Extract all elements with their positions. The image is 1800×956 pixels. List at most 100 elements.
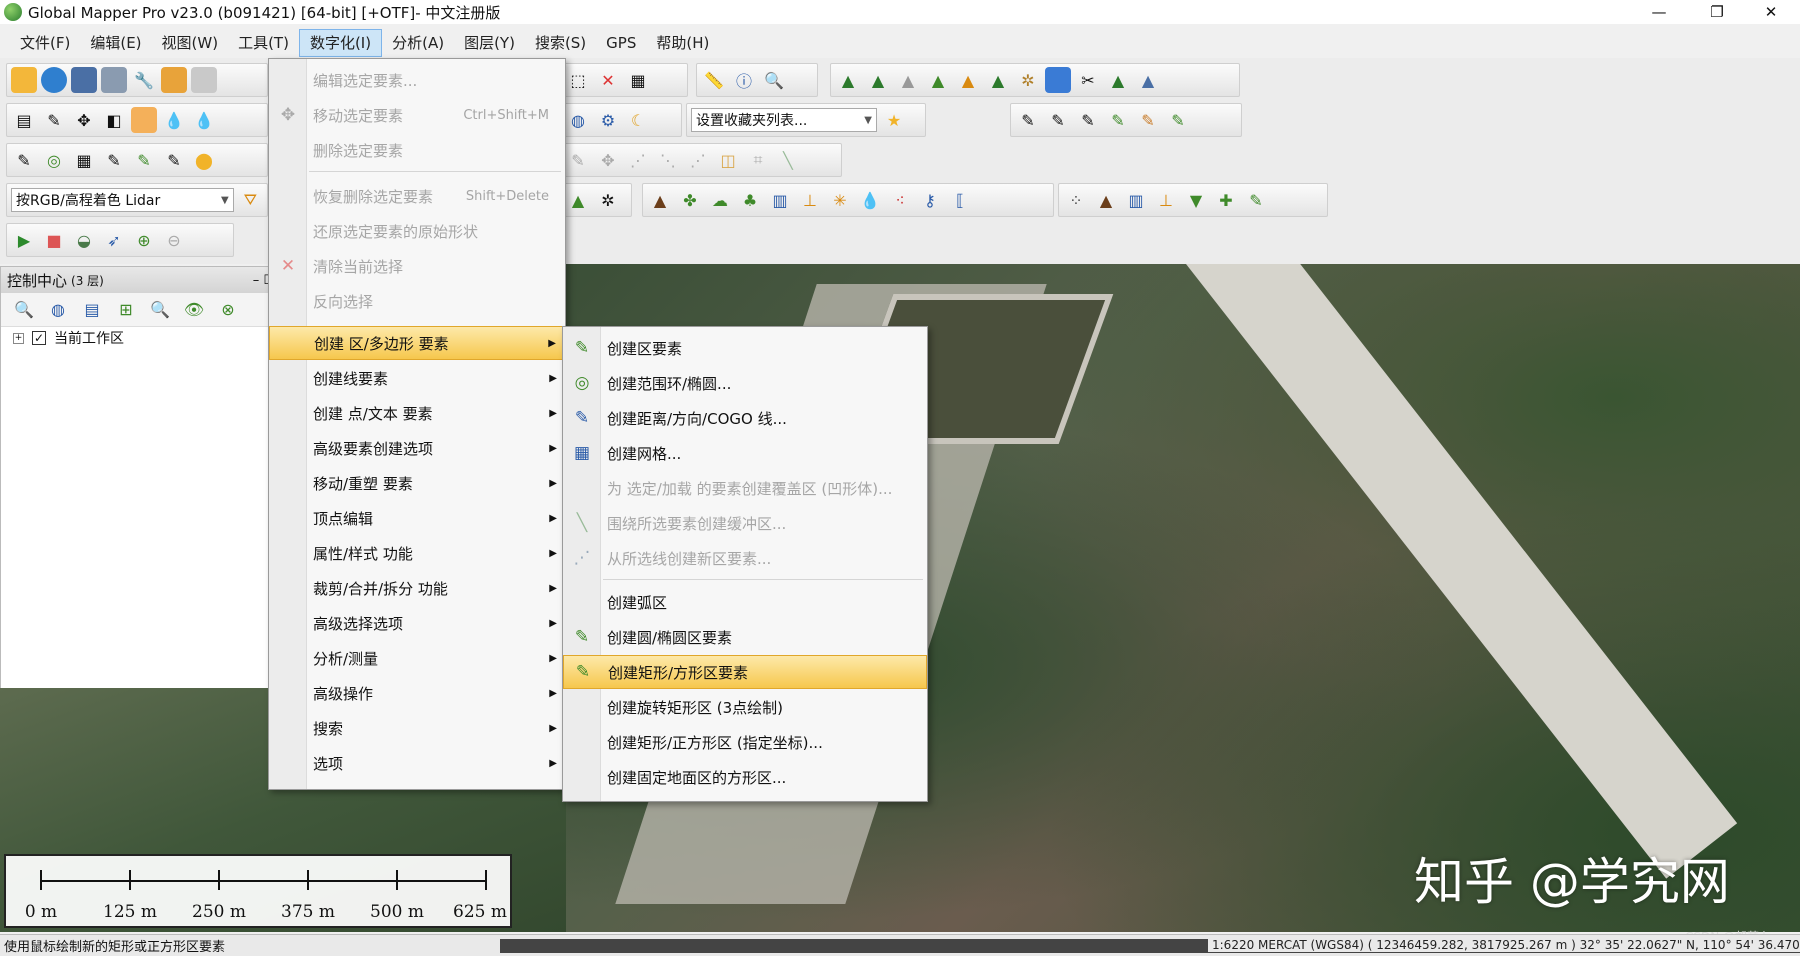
submenu-item-rectangle[interactable]: ✎ 创建矩形/方形区要素 — [563, 655, 927, 689]
find-icon[interactable]: 🔍 — [761, 67, 787, 93]
menu-item-options[interactable]: 选项 ▶ — [269, 746, 565, 780]
select-icon[interactable]: ▦ — [625, 67, 651, 93]
restore-button[interactable]: ❐ — [1694, 0, 1740, 24]
play-icon[interactable]: ▶ — [11, 227, 37, 253]
menu-edit[interactable]: 编辑(E) — [80, 29, 151, 57]
minimize-button[interactable]: — — [1636, 0, 1682, 24]
copy-shape-icon[interactable]: ◫ — [715, 147, 741, 173]
menu-item-delete-selected[interactable]: 删除选定要素 — [269, 133, 565, 167]
settings-gear-icon[interactable]: ⚙ — [595, 107, 621, 133]
menu-tools[interactable]: 工具(T) — [228, 29, 299, 57]
area-pen-icon[interactable]: ✎ — [1105, 107, 1131, 133]
submenu-item-rect-coords[interactable]: 创建矩形/正方形区 (指定坐标)... — [563, 725, 927, 759]
menu-item-create-point[interactable]: 创建 点/文本 要素 ▶ — [269, 396, 565, 430]
bracket-icon[interactable]: ⟦ — [947, 187, 973, 213]
workspace-tree-row[interactable]: + ✓ 当前工作区 — [1, 327, 281, 349]
menu-item-vertex-edit[interactable]: 顶点编辑 ▶ — [269, 501, 565, 535]
water-level-icon[interactable]: 💧 — [161, 107, 187, 133]
create-rect-icon[interactable]: ✎ — [161, 147, 187, 173]
layers-icon[interactable] — [161, 67, 187, 93]
menu-view[interactable]: 视图(W) — [152, 29, 229, 57]
create-shape-icon[interactable]: ⬤ — [191, 147, 217, 173]
menu-analysis[interactable]: 分析(A) — [382, 29, 454, 57]
measure-icon[interactable]: 📏 — [701, 67, 727, 93]
menu-gps[interactable]: GPS — [596, 29, 646, 57]
add-point-icon[interactable]: ⊕ — [131, 227, 157, 253]
menu-item-restore-shape[interactable]: 还原选定要素的原始形状 — [269, 214, 565, 248]
web-globe-icon[interactable]: ◍ — [565, 107, 591, 133]
create-circle-icon[interactable]: ✎ — [131, 147, 157, 173]
buffer-tool-icon[interactable]: ╲ — [775, 147, 801, 173]
water-drop-icon[interactable]: 💧 — [857, 187, 883, 213]
submenu-item-range-ring[interactable]: ◎ 创建范围环/椭圆... — [563, 366, 927, 400]
info-icon[interactable]: ⓘ — [731, 67, 757, 93]
submenu-item-circle[interactable]: ✎ 创建圆/椭圆区要素 — [563, 620, 927, 654]
split-icon[interactable]: ⋰ — [625, 147, 651, 173]
slope-icon[interactable]: ▲ — [1105, 67, 1131, 93]
lidar-terrain-icon[interactable]: ▲ — [565, 187, 591, 213]
remove-point-icon[interactable]: ⊖ — [161, 227, 187, 253]
turtle-icon[interactable]: ◒ — [71, 227, 97, 253]
watershed-icon[interactable]: ▲ — [985, 67, 1011, 93]
menu-file[interactable]: 文件(F) — [10, 29, 80, 57]
menu-item-clear-selection[interactable]: ✕ 清除当前选择 — [269, 249, 565, 283]
menu-item-undelete[interactable]: 恢复删除选定要素 Shift+Delete — [269, 179, 565, 213]
powerline-icon[interactable]: ⊥ — [1153, 187, 1179, 213]
config-icon[interactable] — [191, 67, 217, 93]
menu-item-create-line[interactable]: 创建线要素 ▶ — [269, 361, 565, 395]
ground-icon[interactable]: ▲ — [1093, 187, 1119, 213]
move-vertex-icon[interactable]: ✥ — [595, 147, 621, 173]
digitize-pen-icon[interactable]: ✎ — [41, 107, 67, 133]
contour-icon[interactable]: ▲ — [865, 67, 891, 93]
water-icon[interactable]: 💧 — [191, 107, 217, 133]
curve-pen-icon[interactable]: ✎ — [1075, 107, 1101, 133]
3d-icon[interactable]: ◧ — [101, 107, 127, 133]
layer-list-icon[interactable]: ▤ — [79, 297, 105, 323]
reshape-icon[interactable]: ✎ — [565, 147, 591, 173]
save-icon[interactable] — [71, 67, 97, 93]
layout-icon[interactable]: ▤ — [11, 107, 37, 133]
delete-icon[interactable]: ✕ — [595, 67, 621, 93]
moon-icon[interactable]: ☾ — [625, 107, 651, 133]
menu-layer[interactable]: 图层(Y) — [454, 29, 525, 57]
raster-icon[interactable] — [1045, 67, 1071, 93]
filter-icon[interactable]: ⛛ — [238, 187, 263, 213]
key-icon[interactable]: ⚷ — [917, 187, 943, 213]
grid-3d-icon[interactable] — [131, 107, 157, 133]
workspace-checkbox[interactable]: ✓ — [32, 331, 46, 345]
stop-icon[interactable]: ■ — [41, 227, 67, 253]
smooth-icon[interactable]: ⋰ — [685, 147, 711, 173]
tower-icon[interactable]: ✳ — [827, 187, 853, 213]
eye-icon[interactable]: 👁 — [181, 297, 207, 323]
segment-icon[interactable]: ✚ — [1213, 187, 1239, 213]
submenu-item-grid[interactable]: ▦ 创建网格... — [563, 436, 927, 470]
star-icon[interactable]: ★ — [881, 107, 907, 133]
noise-icon[interactable]: ⁘ — [1063, 187, 1089, 213]
menu-item-analysis-measure[interactable]: 分析/测量 ▶ — [269, 641, 565, 675]
menu-item-create-area[interactable]: 创建 区/多边形 要素 ▶ — [269, 326, 565, 360]
profile-icon[interactable]: ▲ — [895, 67, 921, 93]
close-layer-icon[interactable]: ⊗ — [215, 297, 241, 323]
points-icon[interactable]: ⁖ — [887, 187, 913, 213]
merge-icon[interactable]: ⋱ — [655, 147, 681, 173]
route-icon[interactable]: ➶ — [101, 227, 127, 253]
volume-icon[interactable]: ▲ — [925, 67, 951, 93]
menu-item-move-reshape[interactable]: 移动/重塑 要素 ▶ — [269, 466, 565, 500]
point-pen-icon[interactable]: ✎ — [1165, 107, 1191, 133]
zoom-layer-icon[interactable]: 🔍 — [11, 297, 37, 323]
pole-icon[interactable]: ⊥ — [797, 187, 823, 213]
create-line-icon[interactable]: ✎ — [101, 147, 127, 173]
expand-icon[interactable]: + — [13, 332, 24, 344]
close-button[interactable]: ✕ — [1748, 0, 1794, 24]
menu-search[interactable]: 搜索(S) — [525, 29, 596, 57]
menu-item-advanced-create[interactable]: 高级要素创建选项 ▶ — [269, 431, 565, 465]
wrench-icon[interactable]: 🔧 — [131, 67, 157, 93]
submenu-item-coverage[interactable]: 为 选定/加载 的要素创建覆盖区 (凹形体)... — [563, 471, 927, 505]
menu-item-crop-merge-split[interactable]: 裁剪/合并/拆分 功能 ▶ — [269, 571, 565, 605]
line-pen-icon[interactable]: ✎ — [1045, 107, 1071, 133]
open-folder-icon[interactable] — [11, 67, 37, 93]
shader-combo[interactable]: 按RGB/高程着色 Lidar ▼ — [11, 188, 234, 212]
grass-icon[interactable]: ✤ — [677, 187, 703, 213]
submenu-item-buffer[interactable]: ╲ 围绕所选要素创建缓冲区... — [563, 506, 927, 540]
menu-digitize[interactable]: 数字化(I) — [298, 29, 383, 57]
